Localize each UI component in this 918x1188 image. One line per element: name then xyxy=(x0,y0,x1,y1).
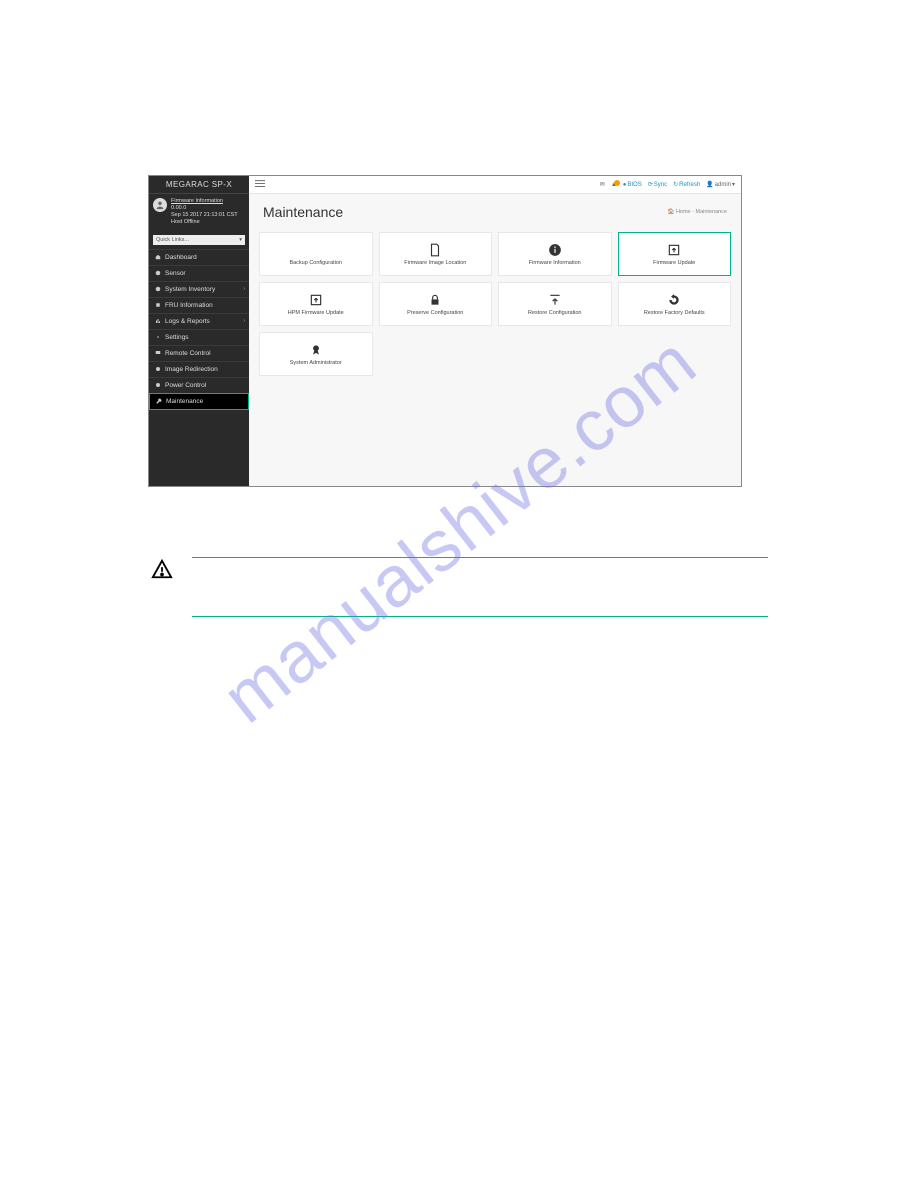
bmc-screenshot: MEGARAC SP-X Firmware Information 0.00.0… xyxy=(148,175,742,487)
sidebar-item-system-inventory[interactable]: System Inventory › xyxy=(149,281,249,297)
sidebar-item-sensor[interactable]: Sensor xyxy=(149,265,249,281)
chevron-right-icon: › xyxy=(243,318,245,324)
sidebar-item-fru[interactable]: FRU Information xyxy=(149,297,249,313)
sidebar-item-label: Dashboard xyxy=(165,254,197,261)
sidebar-item-image-redir[interactable]: Image Redirection xyxy=(149,361,249,377)
up-box-icon xyxy=(309,293,323,307)
sidebar-item-label: Maintenance xyxy=(166,398,203,405)
rule-bottom xyxy=(192,616,768,617)
sidebar-item-label: Image Redirection xyxy=(165,366,218,373)
chevron-right-icon: › xyxy=(243,286,245,292)
tile-grid: Backup Configuration Firmware Image Loca… xyxy=(249,226,741,382)
firmware-timestamp: Sep 15 2017 21:13:01 CST xyxy=(171,212,238,219)
upload-icon xyxy=(548,293,562,307)
badge-icon xyxy=(309,343,323,357)
tile-sysadmin[interactable]: System Administrator xyxy=(259,332,373,376)
sidebar: MEGARAC SP-X Firmware Information 0.00.0… xyxy=(149,176,249,486)
gear-icon xyxy=(155,334,161,340)
chart-icon xyxy=(155,318,161,324)
sidebar-item-label: Sensor xyxy=(165,270,186,277)
breadcrumb-page: Maintenance xyxy=(696,209,728,215)
tile-label: Firmware Update xyxy=(653,260,695,266)
user-label: admin xyxy=(715,182,731,188)
firmware-link[interactable]: Firmware Information xyxy=(171,198,238,205)
tile-label: Backup Configuration xyxy=(289,260,342,266)
tile-label: Restore Factory Defaults xyxy=(644,310,705,316)
tile-label: Firmware Image Location xyxy=(404,260,466,266)
sidebar-item-label: Settings xyxy=(165,334,189,341)
monitor-icon xyxy=(155,350,161,356)
sidebar-item-remote[interactable]: Remote Control xyxy=(149,345,249,361)
refresh-label: Refresh xyxy=(679,182,700,188)
sidebar-item-maintenance[interactable]: Maintenance xyxy=(149,393,249,410)
info-icon xyxy=(155,286,161,292)
sidebar-nav: Dashboard Sensor System Inventory › FRU … xyxy=(149,249,249,410)
sidebar-item-logs[interactable]: Logs & Reports › xyxy=(149,313,249,329)
menu-toggle[interactable] xyxy=(255,180,265,190)
quick-links-select[interactable]: Quick Links... ▾ xyxy=(153,235,245,245)
alert-icon[interactable]: ▲ xyxy=(611,182,617,188)
gauge-icon xyxy=(155,270,161,276)
tile-label: Restore Configuration xyxy=(528,310,582,316)
sidebar-item-settings[interactable]: Settings xyxy=(149,329,249,345)
tile-label: Preserve Configuration xyxy=(407,310,463,316)
brand: MEGARAC SP-X xyxy=(149,176,249,194)
undo-icon xyxy=(667,293,681,307)
caution-rules xyxy=(192,557,768,617)
sidebar-item-power[interactable]: Power Control xyxy=(149,377,249,393)
tile-preserve-config[interactable]: Preserve Configuration xyxy=(379,282,493,326)
sync-label: Sync xyxy=(654,182,667,188)
quick-links-placeholder: Quick Links... xyxy=(156,237,189,243)
tile-hpm-update[interactable]: HPM Firmware Update xyxy=(259,282,373,326)
sidebar-item-label: Logs & Reports xyxy=(165,318,210,325)
power-icon xyxy=(155,382,161,388)
download-icon xyxy=(309,243,323,257)
refresh-link[interactable]: ↻ Refresh xyxy=(673,181,700,188)
hamburger-icon xyxy=(255,180,265,188)
breadcrumb-home[interactable]: Home xyxy=(676,209,691,215)
mail-icon[interactable]: ✉ xyxy=(600,181,605,188)
page-title: Maintenance xyxy=(263,204,343,220)
avatar xyxy=(153,198,167,212)
sidebar-item-label: Remote Control xyxy=(165,350,211,357)
tile-label: System Administrator xyxy=(290,360,342,366)
chevron-down-icon: ▾ xyxy=(239,237,242,243)
bios-link[interactable]: ● BIOS xyxy=(623,182,642,188)
rule-top xyxy=(192,557,768,558)
main-area: ✉ ▲ ● BIOS ⟳ Sync ↻ Refresh 👤 admin ▾ Ma… xyxy=(249,176,741,486)
up-box-icon xyxy=(667,243,681,257)
firmware-version: 0.00.0 xyxy=(171,205,238,212)
tile-backup-config[interactable]: Backup Configuration xyxy=(259,232,373,276)
chip-icon xyxy=(155,302,161,308)
tile-label: Firmware Information xyxy=(529,260,581,266)
host-status: Host Offline xyxy=(171,219,238,226)
sidebar-item-dashboard[interactable]: Dashboard xyxy=(149,249,249,265)
sync-link[interactable]: ⟳ Sync xyxy=(648,181,667,188)
lock-icon xyxy=(428,293,442,307)
breadcrumb: 🏠 Home · Maintenance xyxy=(668,209,727,215)
file-icon xyxy=(428,243,442,257)
info-icon xyxy=(548,243,562,257)
home-icon xyxy=(155,254,161,260)
sidebar-item-label: System Inventory xyxy=(165,286,215,293)
tile-firmware-update[interactable]: Firmware Update xyxy=(618,232,732,276)
tile-firmware-location[interactable]: Firmware Image Location xyxy=(379,232,493,276)
wrench-icon xyxy=(156,398,162,404)
user-info: Firmware Information 0.00.0 Sep 15 2017 … xyxy=(171,198,238,227)
disc-icon xyxy=(155,366,161,372)
topbar: ✉ ▲ ● BIOS ⟳ Sync ↻ Refresh 👤 admin ▾ xyxy=(249,176,741,194)
tile-factory-defaults[interactable]: Restore Factory Defaults xyxy=(618,282,732,326)
user-block: Firmware Information 0.00.0 Sep 15 2017 … xyxy=(149,194,249,233)
tile-label: HPM Firmware Update xyxy=(288,310,344,316)
warning-icon xyxy=(150,557,174,581)
tile-restore-config[interactable]: Restore Configuration xyxy=(498,282,612,326)
sidebar-item-label: FRU Information xyxy=(165,302,213,309)
bios-label: BIOS xyxy=(627,182,641,188)
user-menu[interactable]: 👤 admin ▾ xyxy=(706,181,735,188)
caution-block xyxy=(150,557,768,617)
tile-firmware-info[interactable]: Firmware Information xyxy=(498,232,612,276)
sidebar-item-label: Power Control xyxy=(165,382,206,389)
